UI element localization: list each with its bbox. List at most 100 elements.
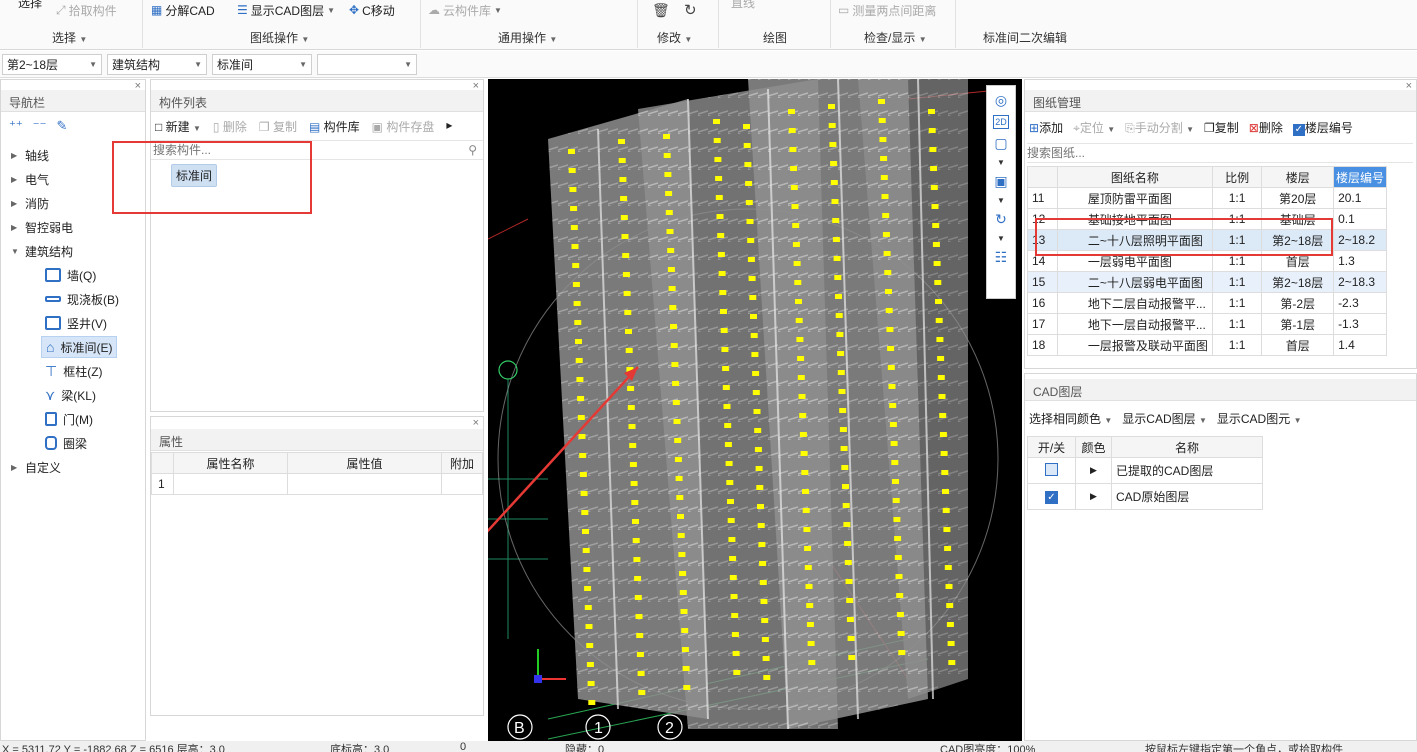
cloud-lib-button[interactable]: ☁ 云构件库 ▼ bbox=[428, 2, 502, 18]
c-move-button[interactable]: ✥ C移动 bbox=[349, 2, 395, 18]
group-draw[interactable]: 绘图 bbox=[763, 29, 787, 46]
save-component-button[interactable]: ▣ 构件存盘 bbox=[372, 118, 435, 135]
add-drawing-button[interactable]: ⊞添加 bbox=[1029, 119, 1063, 136]
nav-sub-door[interactable]: 门(M) bbox=[41, 408, 97, 430]
cube-icon[interactable]: ▢ bbox=[994, 135, 1007, 152]
cad-layer-title: CAD图层 bbox=[1025, 379, 1416, 401]
group-modify[interactable]: 修改 ▼ bbox=[657, 29, 692, 46]
delete-button[interactable]: 🗑 bbox=[652, 2, 670, 18]
nav-item-electrical[interactable]: ▶ 电气 bbox=[11, 168, 49, 190]
type-select[interactable]: 标准间 ▼ bbox=[212, 54, 312, 75]
table-row[interactable]: 1 bbox=[151, 473, 483, 495]
table-row[interactable]: 16 地下二层自动报警平... 1:1 第-2层 -2.3 bbox=[1027, 292, 1387, 314]
view-toolbar: ◎ 2D ▢ ▼ ▣ ▼ ↻ ▼ ☷ bbox=[986, 85, 1016, 299]
locate-icon: ⌖ bbox=[1073, 121, 1080, 135]
expand-all-icon[interactable]: ⁺⁺ bbox=[9, 118, 23, 134]
chevron-down-icon[interactable]: ▼ bbox=[997, 234, 1005, 243]
nav-sub-wall[interactable]: 墙(Q) bbox=[41, 264, 100, 286]
properties-title: 属性 bbox=[151, 429, 483, 451]
table-row[interactable]: 15 二~十八层弱电平面图 1:1 第2~18层 2~18.3 bbox=[1027, 271, 1387, 293]
rotate-icon[interactable]: ↻ bbox=[995, 211, 1007, 228]
table-row[interactable]: 17 地下一层自动报警平... 1:1 第-1层 -1.3 bbox=[1027, 313, 1387, 335]
search-icon[interactable]: ⚲ bbox=[468, 143, 477, 157]
cube-view-icon[interactable]: ▣ bbox=[994, 173, 1007, 190]
nav-item-smart[interactable]: ▶ 智控弱电 bbox=[11, 216, 73, 238]
close-icon[interactable]: × bbox=[1406, 80, 1412, 92]
ring-beam-icon bbox=[45, 436, 57, 450]
orbit-icon[interactable]: ◎ bbox=[995, 92, 1007, 109]
nav-sub-shaft[interactable]: 竖井(V) bbox=[41, 312, 111, 334]
ruler-icon: ▭ bbox=[838, 3, 850, 17]
checkbox-checked-icon[interactable]: ✓ bbox=[1045, 491, 1058, 504]
nav-sub-ring-beam[interactable]: 圈梁 bbox=[41, 432, 91, 454]
group-drawing-ops[interactable]: 图纸操作 ▼ bbox=[250, 29, 309, 46]
drawing-mgmt-title: 图纸管理 bbox=[1025, 90, 1416, 112]
chevron-right-icon: ▶ bbox=[11, 150, 18, 160]
manual-split-button[interactable]: ⎘手动分割 ▼ bbox=[1125, 119, 1194, 136]
close-icon[interactable]: × bbox=[135, 80, 141, 92]
status-hint: 按鼠标左键指定第一个角点，或拾取构件 bbox=[1145, 744, 1343, 752]
new-button[interactable]: □ 新建 ▼ bbox=[155, 118, 201, 135]
component-library-button[interactable]: ▤ 构件库 bbox=[309, 118, 360, 135]
cad-brightness[interactable]: CAD图亮度：100% bbox=[940, 741, 1035, 752]
nav-item-fire[interactable]: ▶ 消防 bbox=[11, 192, 49, 214]
nav-item-custom[interactable]: ▶ 自定义 bbox=[11, 456, 61, 478]
copy-drawing-button[interactable]: ❐复制 bbox=[1204, 119, 1239, 136]
collapse-all-icon[interactable]: ⁻⁻ bbox=[33, 118, 47, 134]
selector-bar: 第2~18层 ▼ 建筑结构 ▼ 标准间 ▼ ▼ bbox=[0, 51, 1417, 78]
refresh-button[interactable]: ↻ bbox=[684, 2, 697, 19]
search-drawing-input[interactable] bbox=[1027, 143, 1413, 163]
table-row[interactable]: ✓ ▶ CAD原始图层 bbox=[1027, 483, 1263, 510]
group-standard-room-edit[interactable]: 标准间二次编辑 bbox=[983, 29, 1067, 46]
shaft-icon bbox=[45, 316, 61, 330]
category-select[interactable]: 建筑结构 ▼ bbox=[107, 54, 207, 75]
show-cad-element-toggle[interactable]: 显示CAD图元 ▼ bbox=[1217, 410, 1302, 427]
table-row[interactable]: 18 一层报警及联动平面图 1:1 首层 1.4 bbox=[1027, 334, 1387, 356]
more-icon[interactable]: ▸ bbox=[446, 118, 452, 135]
split-cad-button[interactable]: ▦ 分解CAD bbox=[151, 2, 215, 18]
close-icon[interactable]: × bbox=[473, 417, 479, 429]
pick-component-button[interactable]: ⤢ 拾取构件 bbox=[56, 2, 117, 18]
nav-sub-slab[interactable]: 现浇板(B) bbox=[41, 288, 123, 310]
chevron-down-icon[interactable]: ▼ bbox=[997, 196, 1005, 205]
delete-component-button[interactable]: ▯ 删除 bbox=[213, 118, 247, 135]
show-cad-layer-button[interactable]: ☰ 显示CAD图层 ▼ bbox=[237, 2, 335, 18]
table-row[interactable]: ▶ 已提取的CAD图层 bbox=[1027, 457, 1263, 484]
column-header: 图纸名称 bbox=[1056, 166, 1213, 188]
nav-sub-standard-room[interactable]: ⌂ 标准间(E) bbox=[41, 336, 118, 358]
line-button[interactable]: 直线 bbox=[731, 0, 755, 10]
select-same-color-button[interactable]: 选择相同颜色 ▼ bbox=[1029, 410, 1112, 427]
table-row[interactable]: 11 屋顶防雷平面图 1:1 第20层 20.1 bbox=[1027, 187, 1387, 209]
column-header[interactable]: 楼层编号 bbox=[1333, 166, 1387, 188]
delete-icon: ⊠ bbox=[1248, 121, 1259, 135]
component-select[interactable]: ▼ bbox=[317, 54, 417, 75]
checkbox[interactable] bbox=[1045, 462, 1058, 476]
locate-button[interactable]: ⌖定位 ▼ bbox=[1073, 119, 1115, 136]
floor-select[interactable]: 第2~18层 ▼ bbox=[2, 54, 102, 75]
edit-icon[interactable]: ✎ bbox=[56, 118, 67, 134]
show-cad-layer-toggle[interactable]: 显示CAD图层 ▼ bbox=[1122, 410, 1207, 427]
nav-sub-column[interactable]: ⊤ 框柱(Z) bbox=[41, 360, 107, 382]
close-icon[interactable]: × bbox=[473, 80, 479, 92]
group-check-display[interactable]: 检查/显示 ▼ bbox=[864, 29, 927, 46]
delete-drawing-button[interactable]: ⊠删除 bbox=[1249, 119, 1283, 136]
3d-viewport[interactable]: B 1 2 ◎ 2D ▢ ▼ ▣ ▼ ↻ ▼ ☷ bbox=[488, 79, 1022, 741]
group-common-ops[interactable]: 通用操作 ▼ bbox=[498, 29, 557, 46]
view-2d-button[interactable]: 2D bbox=[993, 115, 1009, 129]
layer-list-icon[interactable]: ☷ bbox=[995, 249, 1008, 266]
select-button[interactable]: 选择 bbox=[18, 0, 42, 10]
cad-layer-panel: CAD图层 选择相同颜色 ▼ 显示CAD图层 ▼ 显示CAD图元 ▼ 开/关 颜… bbox=[1024, 373, 1417, 741]
nav-item-structure[interactable]: ▼ 建筑结构 bbox=[11, 240, 73, 262]
nav-item-axis[interactable]: ▶ 轴线 bbox=[11, 144, 49, 166]
column-header: 开/关 bbox=[1027, 436, 1076, 458]
expand-icon[interactable]: ▶ bbox=[1075, 457, 1112, 484]
column-header: 颜色 bbox=[1075, 436, 1112, 458]
pick-icon: ⤢ bbox=[56, 2, 66, 17]
floor-number-checkbox[interactable]: ✓ 楼层编号 bbox=[1292, 119, 1353, 136]
measure-button[interactable]: ▭ 测量两点间距离 bbox=[838, 2, 936, 18]
copy-component-button[interactable]: ❐ 复制 bbox=[259, 118, 297, 135]
chevron-down-icon[interactable]: ▼ bbox=[997, 158, 1005, 167]
expand-icon[interactable]: ▶ bbox=[1075, 483, 1112, 510]
nav-sub-beam[interactable]: ⋎ 梁(KL) bbox=[41, 384, 100, 406]
group-select[interactable]: 选择 ▼ bbox=[52, 29, 87, 46]
